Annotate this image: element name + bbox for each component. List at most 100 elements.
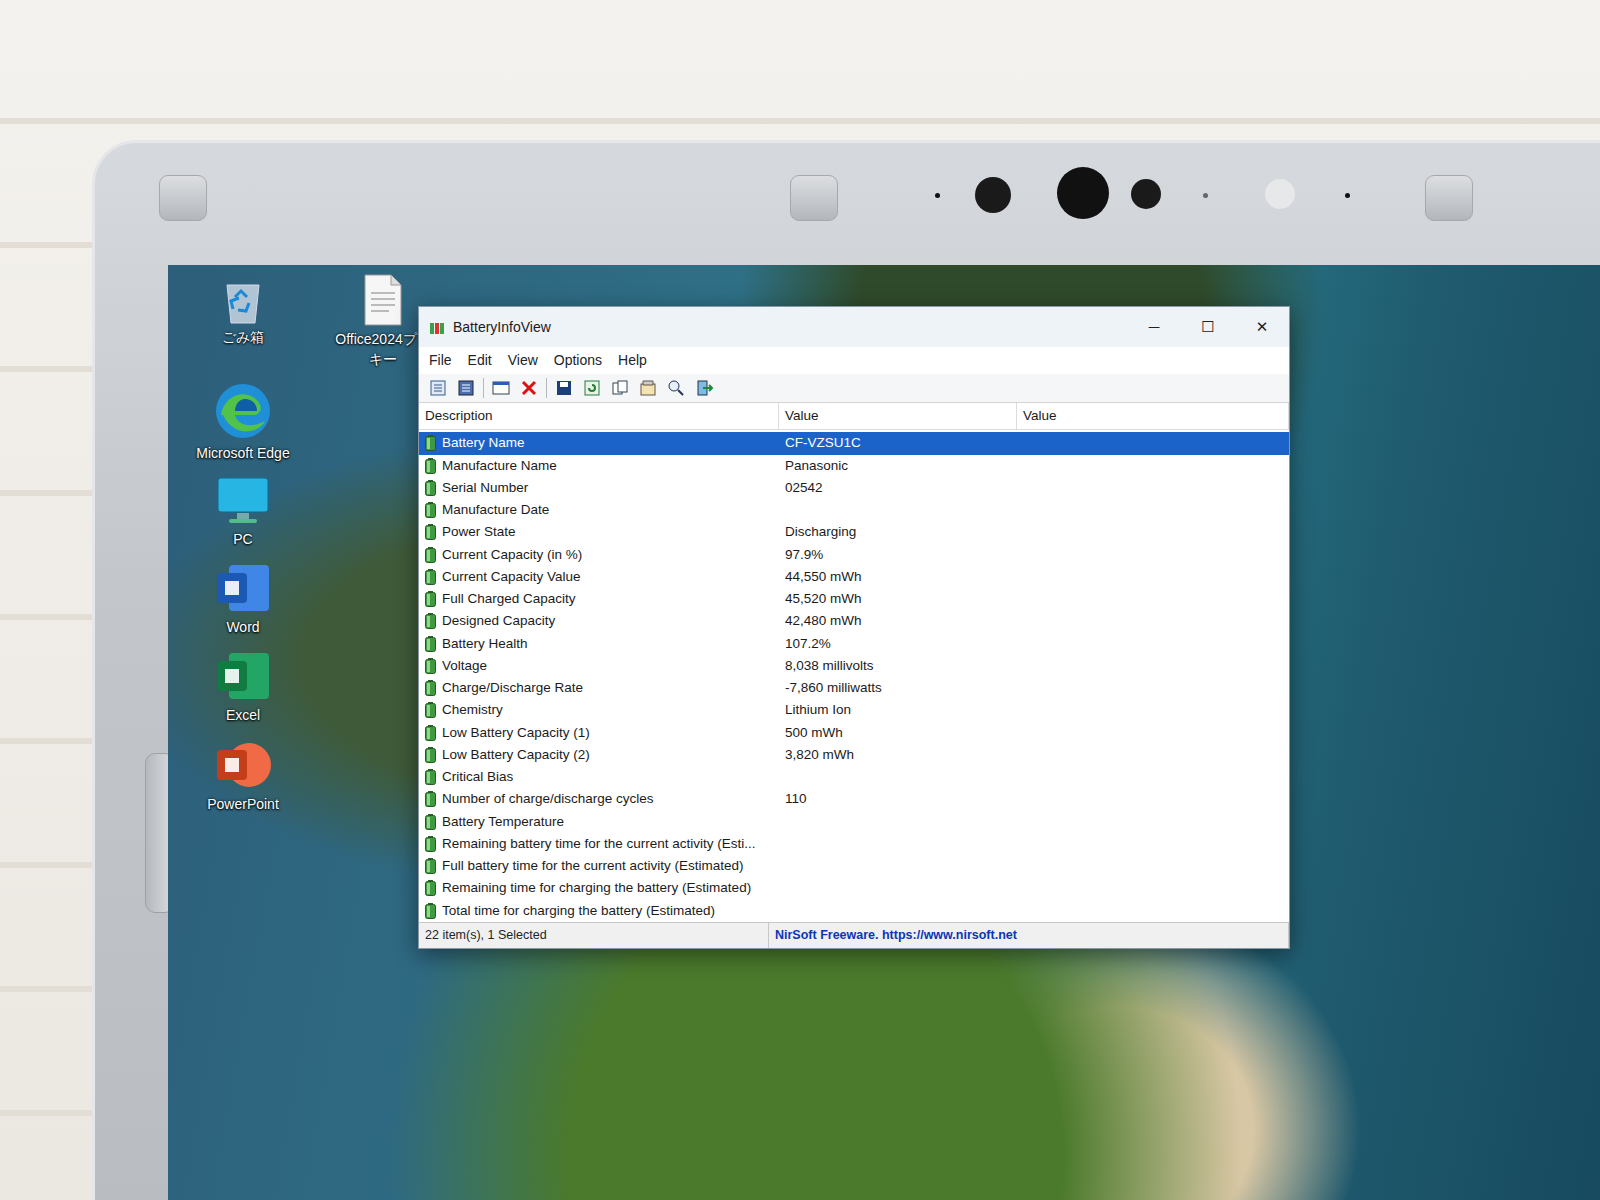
description-cell: Power State: [419, 521, 779, 543]
desktop-icon[interactable]: Word: [188, 561, 298, 635]
value-cell: [1017, 610, 1289, 632]
description-cell: Chemistry: [419, 699, 779, 721]
desktop-icon[interactable]: PC: [188, 475, 298, 547]
icon-label: PowerPoint: [207, 796, 279, 812]
description-text: Total time for charging the battery (Est…: [442, 901, 715, 921]
pc-icon: [215, 475, 271, 527]
value-cell: 44,550 mWh: [779, 566, 1017, 588]
find-icon[interactable]: [665, 377, 687, 399]
battery-icon: [425, 458, 436, 474]
column-title[interactable]: Value: [1017, 403, 1289, 430]
desktop-icon[interactable]: Excel: [188, 649, 298, 723]
batteryinfoview-window[interactable]: BatteryInfoView─☐✕FileEditViewOptionsHel…: [418, 306, 1290, 949]
table-row[interactable]: Full Charged Capacity45,520 mWh: [419, 588, 1289, 610]
description-text: Battery Health: [442, 634, 528, 654]
column-title[interactable]: Description: [419, 403, 779, 430]
file-icon: [361, 273, 405, 327]
desktop-icon[interactable]: ごみ箱: [188, 273, 298, 367]
table-row[interactable]: Low Battery Capacity (1)500 mWh: [419, 722, 1289, 744]
close-button[interactable]: ✕: [1235, 316, 1289, 339]
value-cell: [1017, 833, 1289, 855]
delete-icon[interactable]: [518, 377, 540, 399]
menu-item[interactable]: File: [429, 350, 452, 371]
battery-icon: [425, 502, 436, 518]
description-cell: Manufacture Date: [419, 499, 779, 521]
table-row[interactable]: Power StateDischarging: [419, 521, 1289, 543]
description-cell: Battery Temperature: [419, 811, 779, 833]
ir-camera-icon: [1131, 179, 1161, 209]
description-text: Manufacture Name: [442, 456, 557, 476]
icon-label: Office2024プロ: [335, 331, 430, 347]
menu-item[interactable]: Options: [554, 350, 602, 371]
value-cell: [1017, 877, 1289, 899]
description-cell: Remaining battery time for the current a…: [419, 833, 779, 855]
icon-label: PC: [233, 531, 252, 547]
column-title[interactable]: Value: [779, 403, 1017, 430]
battery-icon: [425, 680, 436, 696]
view-icon[interactable]: [427, 377, 449, 399]
value-cell: [779, 900, 1017, 922]
menu-item[interactable]: Edit: [468, 350, 492, 371]
nirsoft-link[interactable]: NirSoft Freeware. https://www.nirsoft.ne…: [769, 923, 1289, 948]
description-cell: Total time for charging the battery (Est…: [419, 900, 779, 922]
value-cell: [1017, 788, 1289, 810]
desktop-icon-row: ごみ箱Office2024プロキー: [188, 273, 438, 367]
description-cell: Current Capacity Value: [419, 566, 779, 588]
value-cell: [1017, 566, 1289, 588]
battery-app-icon: [429, 317, 445, 338]
table-row[interactable]: Manufacture NamePanasonic: [419, 455, 1289, 477]
value-cell: [1017, 811, 1289, 833]
value-cell: 500 mWh: [779, 722, 1017, 744]
table-row[interactable]: Battery Temperature: [419, 811, 1289, 833]
description-text: Remaining battery time for the current a…: [442, 834, 756, 854]
table-row[interactable]: Manufacture Date: [419, 499, 1289, 521]
desktop-icon[interactable]: Microsoft Edge: [188, 381, 298, 461]
table-row[interactable]: Designed Capacity42,480 mWh: [419, 610, 1289, 632]
table-row[interactable]: Remaining time for charging the battery …: [419, 877, 1289, 899]
save-icon[interactable]: [553, 377, 575, 399]
minimize-button[interactable]: ─: [1127, 316, 1181, 339]
value-cell: [779, 811, 1017, 833]
table-row[interactable]: Current Capacity (in %)97.9%: [419, 544, 1289, 566]
menu-item[interactable]: View: [508, 350, 538, 371]
table-row[interactable]: Battery NameCF-VZSU1C: [419, 432, 1289, 454]
icon-label: Word: [226, 619, 259, 635]
value-cell: 8,038 millivolts: [779, 655, 1017, 677]
value-cell: [1017, 855, 1289, 877]
battery-icon: [425, 613, 436, 629]
properties-icon[interactable]: [490, 377, 512, 399]
description-text: Number of charge/discharge cycles: [442, 789, 654, 809]
table-row[interactable]: Serial Number02542: [419, 477, 1289, 499]
table-row[interactable]: Critical Bias: [419, 766, 1289, 788]
list-icon[interactable]: [455, 377, 477, 399]
value-cell: [1017, 655, 1289, 677]
table-row[interactable]: Voltage8,038 millivolts: [419, 655, 1289, 677]
menu-item[interactable]: Help: [618, 350, 647, 371]
description-text: Battery Name: [442, 433, 525, 453]
battery-icon: [425, 702, 436, 718]
camera-icon: [1057, 167, 1109, 219]
value-cell: [1017, 677, 1289, 699]
value-cell: Lithium Ion: [779, 699, 1017, 721]
report-icon[interactable]: [637, 377, 659, 399]
table-row[interactable]: Full battery time for the current activi…: [419, 855, 1289, 877]
exit-icon[interactable]: [693, 377, 715, 399]
refresh-icon[interactable]: [581, 377, 603, 399]
table-row[interactable]: Number of charge/discharge cycles110: [419, 788, 1289, 810]
table-row[interactable]: Charge/Discharge Rate-7,860 milliwatts: [419, 677, 1289, 699]
description-text: Low Battery Capacity (2): [442, 745, 590, 765]
table-row[interactable]: Remaining battery time for the current a…: [419, 833, 1289, 855]
value-cell: Discharging: [779, 521, 1017, 543]
table-row[interactable]: Current Capacity Value44,550 mWh: [419, 566, 1289, 588]
maximize-button[interactable]: ☐: [1181, 316, 1235, 339]
desktop-icon[interactable]: PowerPoint: [188, 738, 298, 812]
table-row[interactable]: Total time for charging the battery (Est…: [419, 900, 1289, 922]
table-row[interactable]: Battery Health107.2%: [419, 633, 1289, 655]
table-row[interactable]: ChemistryLithium Ion: [419, 699, 1289, 721]
copy-icon[interactable]: [609, 377, 631, 399]
value-cell: 42,480 mWh: [779, 610, 1017, 632]
value-cell: [779, 833, 1017, 855]
description-text: Remaining time for charging the battery …: [442, 878, 751, 898]
battery-icon: [425, 836, 436, 852]
table-row[interactable]: Low Battery Capacity (2)3,820 mWh: [419, 744, 1289, 766]
